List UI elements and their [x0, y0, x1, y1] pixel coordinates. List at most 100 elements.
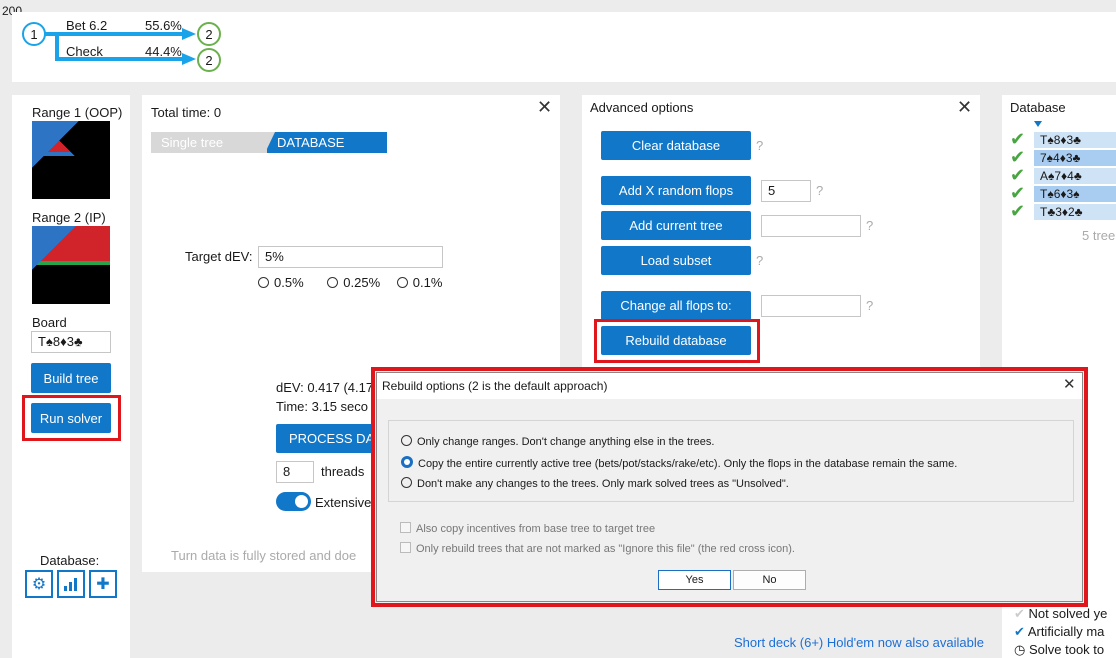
- board-input[interactable]: T♠8♦3♣: [31, 331, 111, 353]
- database-row[interactable]: T♠6♦3♠: [1034, 186, 1116, 202]
- left-panel: Range 1 (OOP) Range 2 (IP) Board T♠8♦3♣ …: [12, 95, 130, 658]
- child-node-label: 2: [205, 52, 213, 68]
- radio-circle: [396, 277, 408, 288]
- target-dev-value: 5%: [265, 249, 284, 264]
- child-node-bet[interactable]: 2: [197, 22, 221, 46]
- total-time: Total time: 0: [151, 105, 222, 120]
- yes-button[interactable]: Yes: [658, 570, 731, 590]
- gear-icon[interactable]: ⚙: [25, 570, 53, 598]
- legend-not-solved: ✔ Not solved ye: [1014, 606, 1107, 622]
- radio-01-label: 0.1%: [412, 275, 443, 290]
- add-current-input[interactable]: [761, 215, 861, 237]
- random-count-value: 5: [768, 183, 776, 198]
- dialog-options-group: Only change ranges. Don't change anythin…: [388, 420, 1074, 502]
- radio-circle: [258, 277, 269, 288]
- database-row[interactable]: T♣3♦2♣: [1034, 204, 1116, 220]
- checkbox-ignore-file[interactable]: Only rebuild trees that are not marked a…: [400, 542, 795, 555]
- board-label: Board: [32, 315, 67, 330]
- checkbox-copy-incentives[interactable]: Also copy incentives from base tree to t…: [400, 522, 655, 535]
- range1-grid[interactable]: [32, 121, 110, 199]
- no-button[interactable]: No: [733, 570, 806, 590]
- dev-result: dEV: 0.417 (4.17: [276, 380, 374, 395]
- radio-circle: [327, 277, 339, 288]
- clear-database-button[interactable]: Clear database: [601, 131, 751, 160]
- short-deck-link[interactable]: Short deck (6+) Hold'em now also availab…: [734, 635, 984, 650]
- option-change-ranges[interactable]: Only change ranges. Don't change anythin…: [401, 435, 714, 448]
- time-result: Time: 3.15 seco: [276, 399, 369, 414]
- build-tree-label: Build tree: [43, 370, 99, 386]
- tab-database[interactable]: DATABASE: [267, 132, 387, 153]
- build-tree-button[interactable]: Build tree: [31, 363, 111, 393]
- branch-action-check: Check: [66, 44, 103, 59]
- change-flops-input[interactable]: [761, 295, 861, 317]
- database-row-label: T♠6♦3♠: [1040, 187, 1080, 201]
- database-row-label: T♣3♦2♣: [1040, 205, 1083, 219]
- dialog-close-icon[interactable]: ✕: [1063, 377, 1076, 392]
- help-icon[interactable]: ?: [816, 183, 823, 198]
- add-current-tree-button[interactable]: Add current tree: [601, 211, 751, 240]
- add-current-tree-label: Add current tree: [629, 218, 723, 233]
- clear-database-label: Clear database: [631, 138, 721, 153]
- target-dev-label: Target dEV:: [185, 249, 253, 264]
- database-row-label: T♠8♦3♣: [1040, 133, 1082, 147]
- radio-01[interactable]: 0.1%: [396, 275, 443, 290]
- process-database-label: PROCESS DAT: [289, 431, 382, 446]
- bar-chart-icon[interactable]: [57, 570, 85, 598]
- database-row[interactable]: A♠7♦4♣: [1034, 168, 1116, 184]
- tab-single-tree[interactable]: Single tree: [151, 132, 271, 153]
- help-icon[interactable]: ?: [866, 298, 873, 313]
- sort-arrow-icon[interactable]: [1034, 121, 1042, 127]
- load-subset-label: Load subset: [640, 253, 712, 268]
- close-icon[interactable]: ✕: [957, 98, 972, 116]
- range2-grid[interactable]: [32, 226, 110, 304]
- range1-label: Range 1 (OOP): [32, 105, 123, 120]
- process-database-button[interactable]: PROCESS DAT: [276, 424, 386, 453]
- child-node-check[interactable]: 2: [197, 48, 221, 72]
- dialog-title: Rebuild options (2 is the default approa…: [382, 379, 608, 393]
- radio-05[interactable]: 0.5%: [258, 275, 304, 290]
- radio-025[interactable]: 0.25%: [327, 275, 380, 290]
- rebuild-dialog-highlight: Rebuild options (2 is the default approa…: [371, 367, 1088, 607]
- yes-label: Yes: [685, 574, 704, 586]
- solved-check-icon: ✔: [1010, 201, 1026, 221]
- tab-single-tree-label: Single tree: [161, 135, 224, 150]
- plus-icon[interactable]: ✚: [89, 570, 117, 598]
- footer-note: Turn data is fully stored and doe: [171, 548, 357, 563]
- run-solver-highlight: [22, 395, 121, 441]
- change-flops-label: Change all flops to:: [620, 298, 732, 313]
- target-dev-input[interactable]: 5%: [258, 246, 443, 268]
- option-copy-tree[interactable]: Copy the entire currently active tree (b…: [401, 456, 957, 470]
- help-icon[interactable]: ?: [756, 138, 763, 153]
- threads-input[interactable]: 8: [276, 461, 314, 483]
- root-node[interactable]: 1: [22, 22, 46, 46]
- threads-value: 8: [283, 464, 291, 479]
- change-flops-button[interactable]: Change all flops to:: [601, 291, 751, 320]
- tree-view: 1 Bet 6.2 55.6% Check 44.4% 2 2: [12, 12, 1116, 82]
- legend-label: Solve took to: [1028, 642, 1105, 657]
- database-row[interactable]: T♠8♦3♣: [1034, 132, 1116, 148]
- legend-label: Not solved ye: [1028, 606, 1108, 621]
- clock-icon: ◷: [1014, 642, 1026, 657]
- extensive-toggle[interactable]: [276, 492, 311, 511]
- extensive-label: Extensive: [315, 495, 372, 510]
- help-icon[interactable]: ?: [866, 218, 873, 233]
- unsolved-check-icon: ✔: [1014, 606, 1025, 621]
- option-mark-unsolved[interactable]: Don't make any changes to the trees. Onl…: [401, 477, 789, 490]
- load-subset-button[interactable]: Load subset: [601, 246, 751, 275]
- close-icon[interactable]: ✕: [537, 98, 552, 116]
- board-value: T♠8♦3♣: [38, 334, 83, 349]
- database-row[interactable]: 7♠4♦3♣: [1034, 150, 1116, 166]
- database-row-label: A♠7♦4♣: [1040, 169, 1082, 183]
- artificial-check-icon: ✔: [1014, 624, 1025, 639]
- radio-025-label: 0.25%: [343, 275, 381, 290]
- checkbox-label: Also copy incentives from base tree to t…: [416, 523, 656, 535]
- legend-artificial: ✔ Artificially ma: [1014, 624, 1104, 640]
- radio-05-label: 0.5%: [274, 275, 304, 290]
- add-random-flops-button[interactable]: Add X random flops: [601, 176, 751, 205]
- help-icon[interactable]: ?: [756, 253, 763, 268]
- branch-freq-bet: 55.6%: [145, 18, 182, 33]
- random-count-input[interactable]: 5: [761, 180, 811, 202]
- dev-radio-group: 0.5% 0.25% 0.1%: [258, 275, 442, 290]
- database-title: Database: [1010, 100, 1066, 115]
- database-row-label: 7♠4♦3♣: [1040, 151, 1081, 165]
